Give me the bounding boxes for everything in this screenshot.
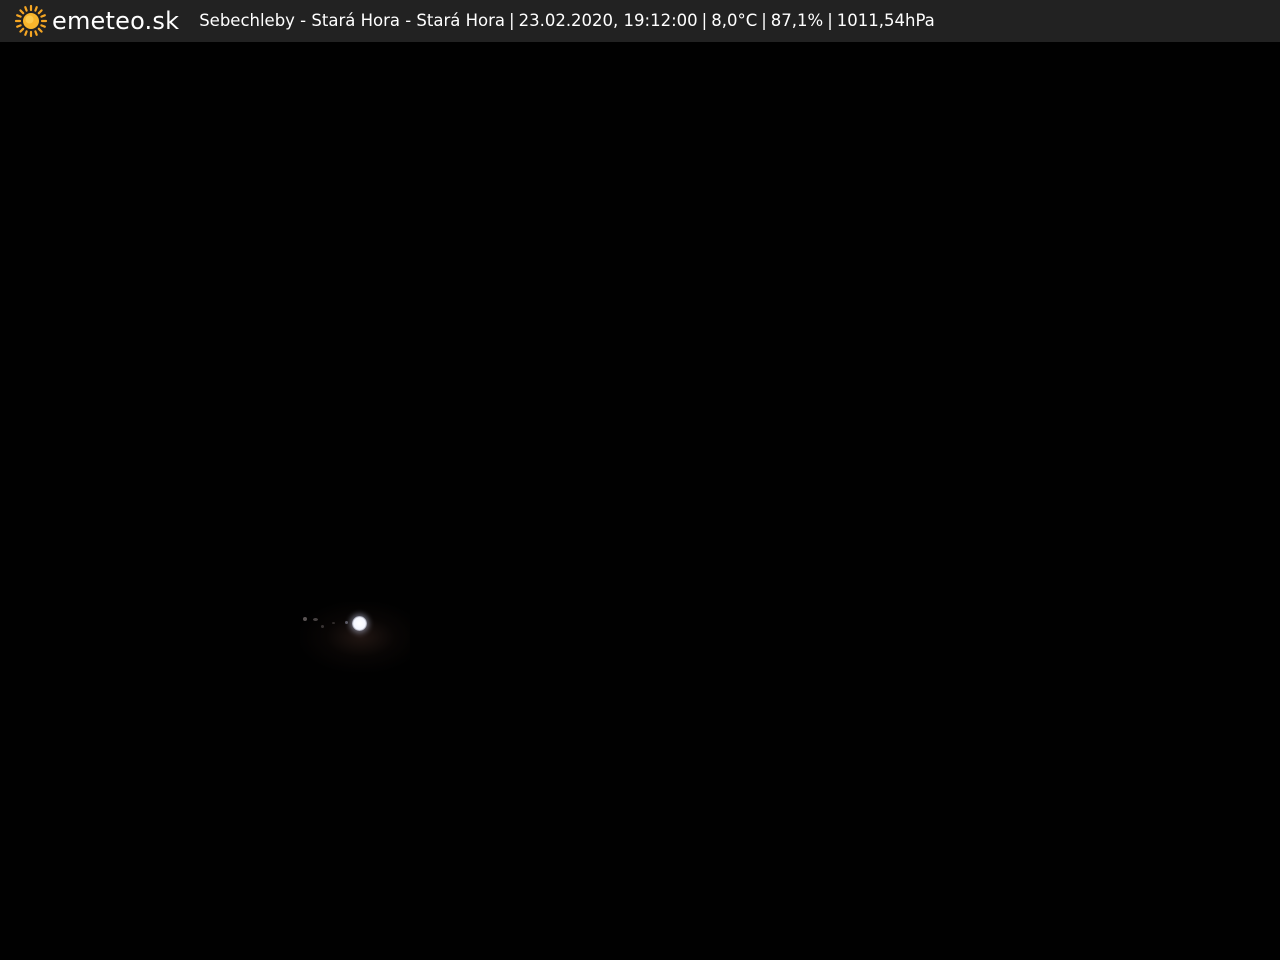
station-caption: Sebechleby - Stará Hora - Stará Hora | 2… <box>199 0 935 42</box>
pressure-value: 1011,54hPa <box>836 11 935 30</box>
info-overlay-bar: emeteo.sk Sebechleby - Stará Hora - Star… <box>0 0 1280 42</box>
separator: | <box>701 11 708 30</box>
distant-light <box>321 625 324 628</box>
station-location: Sebechleby - Stará Hora - Stará Hora <box>199 11 506 30</box>
webcam-frame: emeteo.sk Sebechleby - Stará Hora - Star… <box>0 0 1280 960</box>
distant-light <box>313 618 318 621</box>
brand-name: emeteo.sk <box>52 7 180 35</box>
separator: | <box>509 11 515 30</box>
humidity-value: 87,1% <box>770 11 824 30</box>
distant-light <box>332 622 335 624</box>
bright-light <box>352 616 367 631</box>
light-glow <box>300 602 410 672</box>
temperature-value: 8,0°C <box>711 11 758 30</box>
timestamp: 23.02.2020, 19:12:00 <box>518 11 698 30</box>
logo: emeteo.sk <box>14 0 179 42</box>
distant-light <box>303 617 307 621</box>
sun-icon <box>14 4 48 38</box>
distant-light <box>345 621 348 624</box>
webcam-image <box>0 42 1280 960</box>
separator: | <box>827 11 833 30</box>
separator: | <box>761 11 767 30</box>
